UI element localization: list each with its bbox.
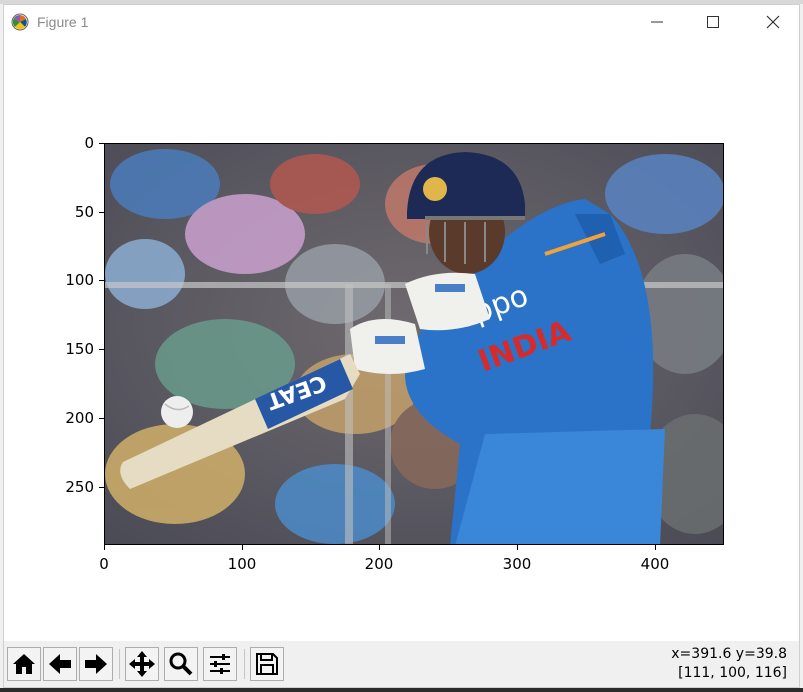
taskbar-strip xyxy=(0,688,803,692)
close-button[interactable] xyxy=(750,5,796,39)
title-bar[interactable]: Figure 1 xyxy=(4,5,799,39)
save-button[interactable] xyxy=(250,647,284,681)
x-tick xyxy=(517,545,518,550)
maximize-icon xyxy=(707,16,719,28)
x-tick-label: 100 xyxy=(227,555,257,573)
y-tick-label: 150 xyxy=(65,340,94,358)
y-tick xyxy=(99,487,104,488)
cursor-coordinates: x=391.6 y=39.8 xyxy=(671,646,787,662)
y-tick-label: 200 xyxy=(65,409,94,427)
forward-icon xyxy=(85,654,107,674)
zoom-button[interactable] xyxy=(164,647,198,681)
close-icon xyxy=(766,15,780,29)
x-tick xyxy=(379,545,380,550)
home-button[interactable] xyxy=(7,647,41,681)
x-tick-label: 300 xyxy=(502,555,532,573)
pixel-value: [111, 100, 116] xyxy=(678,665,787,681)
minimize-button[interactable] xyxy=(634,5,680,39)
zoom-icon xyxy=(169,652,193,676)
window-title: Figure 1 xyxy=(37,14,89,30)
y-tick-label: 50 xyxy=(74,203,94,221)
configure-subplots-button[interactable] xyxy=(203,647,237,681)
x-tick-label: 400 xyxy=(640,555,670,573)
toolbar-separator xyxy=(119,649,120,679)
y-tick xyxy=(99,349,104,350)
back-icon xyxy=(49,654,71,674)
y-tick-label: 250 xyxy=(65,478,94,496)
y-tick xyxy=(99,143,104,144)
matplotlib-logo-icon xyxy=(11,13,29,31)
home-icon xyxy=(13,654,35,674)
x-tick xyxy=(104,545,105,550)
y-tick xyxy=(99,418,104,419)
cursor-status: x=391.6 y=39.8 [111, 100, 116] xyxy=(671,645,787,683)
y-tick-label: 0 xyxy=(84,134,94,152)
image-axes[interactable]: oppo INDIA CEAT xyxy=(104,143,724,545)
configure-icon xyxy=(210,654,230,674)
figure-canvas[interactable]: oppo INDIA CEAT 0 50 100 150 200 250 0 1… xyxy=(4,39,799,641)
save-icon xyxy=(256,653,278,675)
y-tick xyxy=(99,212,104,213)
navigation-toolbar: x=391.6 y=39.8 [111, 100, 116] xyxy=(4,641,799,687)
pan-icon xyxy=(129,651,155,677)
x-tick xyxy=(655,545,656,550)
back-button[interactable] xyxy=(43,647,77,681)
x-tick-label: 0 xyxy=(99,555,109,573)
forward-button[interactable] xyxy=(79,647,113,681)
x-tick xyxy=(242,545,243,550)
cricket-photo: oppo INDIA CEAT xyxy=(105,144,723,544)
maximize-button[interactable] xyxy=(690,5,736,39)
y-tick xyxy=(99,280,104,281)
y-tick-label: 100 xyxy=(65,271,94,289)
minimize-icon xyxy=(651,21,663,23)
figure-window: Figure 1 oppo INDIA CEAT 0 50 100 150 20… xyxy=(3,4,800,688)
x-tick-label: 200 xyxy=(364,555,394,573)
pan-button[interactable] xyxy=(125,647,159,681)
toolbar-separator xyxy=(244,649,245,679)
